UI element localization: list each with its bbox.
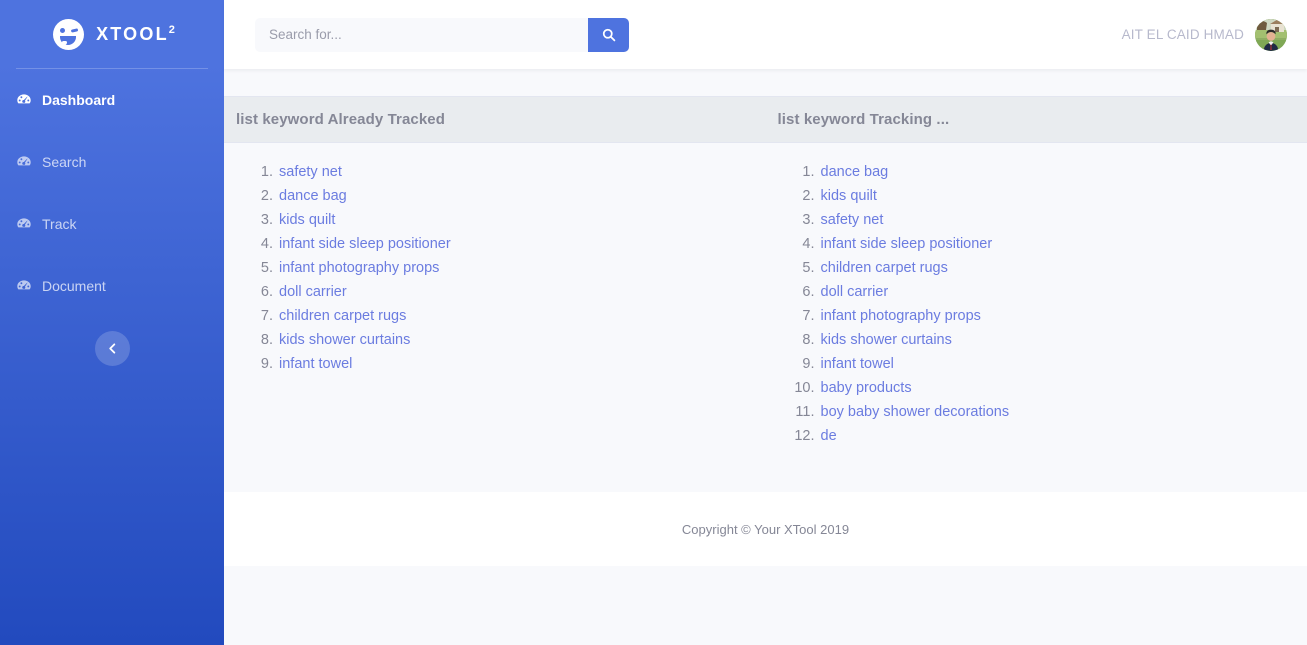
card-already-tracked: list keyword Already Tracked safety net … [224,96,766,492]
search-submit-button[interactable] [588,18,629,52]
tachometer-icon [16,92,32,108]
page-footer: Copyright © Your XTool 2019 [224,492,1307,566]
keyword-link[interactable]: kids quilt [821,188,877,204]
sidebar-nav: Dashboard Search Track [0,69,224,366]
keyword-link[interactable]: dance bag [279,188,347,204]
keyword-list-already-tracked: safety net dance bag kids quilt infant s… [236,160,754,376]
search-input[interactable] [255,18,588,52]
user-photo-avatar [1255,19,1287,51]
avatar[interactable] [1255,19,1287,51]
tachometer-icon [16,216,32,232]
card-tracking: list keyword Tracking ... dance bag kids… [766,96,1307,492]
tachometer-icon [16,278,32,294]
brand-name-text: XTOOL [96,24,169,44]
brand-name: XTOOL2 [96,25,175,43]
sidebar-item-label: Document [42,278,106,294]
page-bottom-spacer [224,566,1307,645]
keyword-link[interactable]: infant photography props [821,308,981,324]
sidebar: XTOOL2 Dashboard Search [0,0,224,645]
keyword-link[interactable]: de [821,428,837,444]
list-item: safety net [277,160,754,184]
keyword-link[interactable]: kids shower curtains [821,332,952,348]
search-form [255,18,629,52]
list-item: baby products [819,376,1296,400]
list-item: safety net [819,208,1296,232]
keyword-link[interactable]: baby products [821,380,912,396]
chevron-left-icon [107,343,118,354]
sidebar-collapse-button[interactable] [95,331,130,366]
list-item: kids quilt [277,208,754,232]
list-item: doll carrier [277,280,754,304]
tachometer-icon [16,154,32,170]
keyword-link[interactable]: dance bag [821,164,889,180]
sidebar-item-search[interactable]: Search [0,145,224,179]
user-name-label: AIT EL CAID HMAD [1122,27,1244,42]
sidebar-item-label: Dashboard [42,92,115,108]
list-item: children carpet rugs [277,304,754,328]
keyword-link[interactable]: children carpet rugs [821,260,948,276]
list-item: de [819,424,1296,448]
list-item: boy baby shower decorations [819,400,1296,424]
keyword-link[interactable]: kids quilt [279,212,335,228]
search-icon [602,28,616,42]
topbar: AIT EL CAID HMAD [224,0,1307,69]
app-root: XTOOL2 Dashboard Search [0,0,1307,645]
keyword-link[interactable]: infant side sleep positioner [279,236,451,252]
sidebar-item-track[interactable]: Track [0,207,224,241]
keyword-link[interactable]: safety net [279,164,342,180]
winking-smiley-icon [53,19,84,50]
list-item: infant side sleep positioner [277,232,754,256]
keyword-link[interactable]: children carpet rugs [279,308,406,324]
card-body: safety net dance bag kids quilt infant s… [224,143,766,492]
list-item: infant side sleep positioner [819,232,1296,256]
list-item: kids quilt [819,184,1296,208]
keyword-link[interactable]: infant photography props [279,260,439,276]
keyword-link[interactable]: infant towel [279,356,352,372]
sidebar-toggle-wrap [0,331,224,366]
keyword-link[interactable]: safety net [821,212,884,228]
user-menu[interactable]: AIT EL CAID HMAD [1122,19,1287,51]
sidebar-item-dashboard[interactable]: Dashboard [0,83,224,117]
dashboard-cards-area: list keyword Already Tracked safety net … [224,69,1307,492]
list-item: children carpet rugs [819,256,1296,280]
keyword-link[interactable]: doll carrier [821,284,889,300]
keyword-link[interactable]: boy baby shower decorations [821,404,1010,420]
list-item: infant towel [819,352,1296,376]
content-wrapper: AIT EL CAID HMAD [224,0,1307,645]
list-item: dance bag [277,184,754,208]
keyword-list-tracking: dance bag kids quilt safety net infant s… [778,160,1296,448]
keyword-link[interactable]: kids shower curtains [279,332,410,348]
card-header: list keyword Already Tracked [224,96,766,143]
brand-superscript: 2 [169,24,175,36]
card-body: dance bag kids quilt safety net infant s… [766,143,1307,492]
sidebar-item-label: Track [42,216,76,232]
sidebar-item-label: Search [42,154,86,170]
list-item: infant photography props [819,304,1296,328]
keyword-link[interactable]: infant side sleep positioner [821,236,993,252]
list-item: infant towel [277,352,754,376]
keyword-link[interactable]: infant towel [821,356,894,372]
list-item: kids shower curtains [819,328,1296,352]
cards-row: list keyword Already Tracked safety net … [224,96,1307,492]
list-item: dance bag [819,160,1296,184]
list-item: doll carrier [819,280,1296,304]
copyright-text: Copyright © Your XTool 2019 [682,522,849,537]
list-item: kids shower curtains [277,328,754,352]
list-item: infant photography props [277,256,754,280]
card-title: list keyword Already Tracked [236,111,445,128]
keyword-link[interactable]: doll carrier [279,284,347,300]
card-title: list keyword Tracking ... [778,111,950,128]
brand-logo-link[interactable]: XTOOL2 [0,0,224,68]
card-header: list keyword Tracking ... [766,96,1307,143]
sidebar-item-document[interactable]: Document [0,269,224,303]
